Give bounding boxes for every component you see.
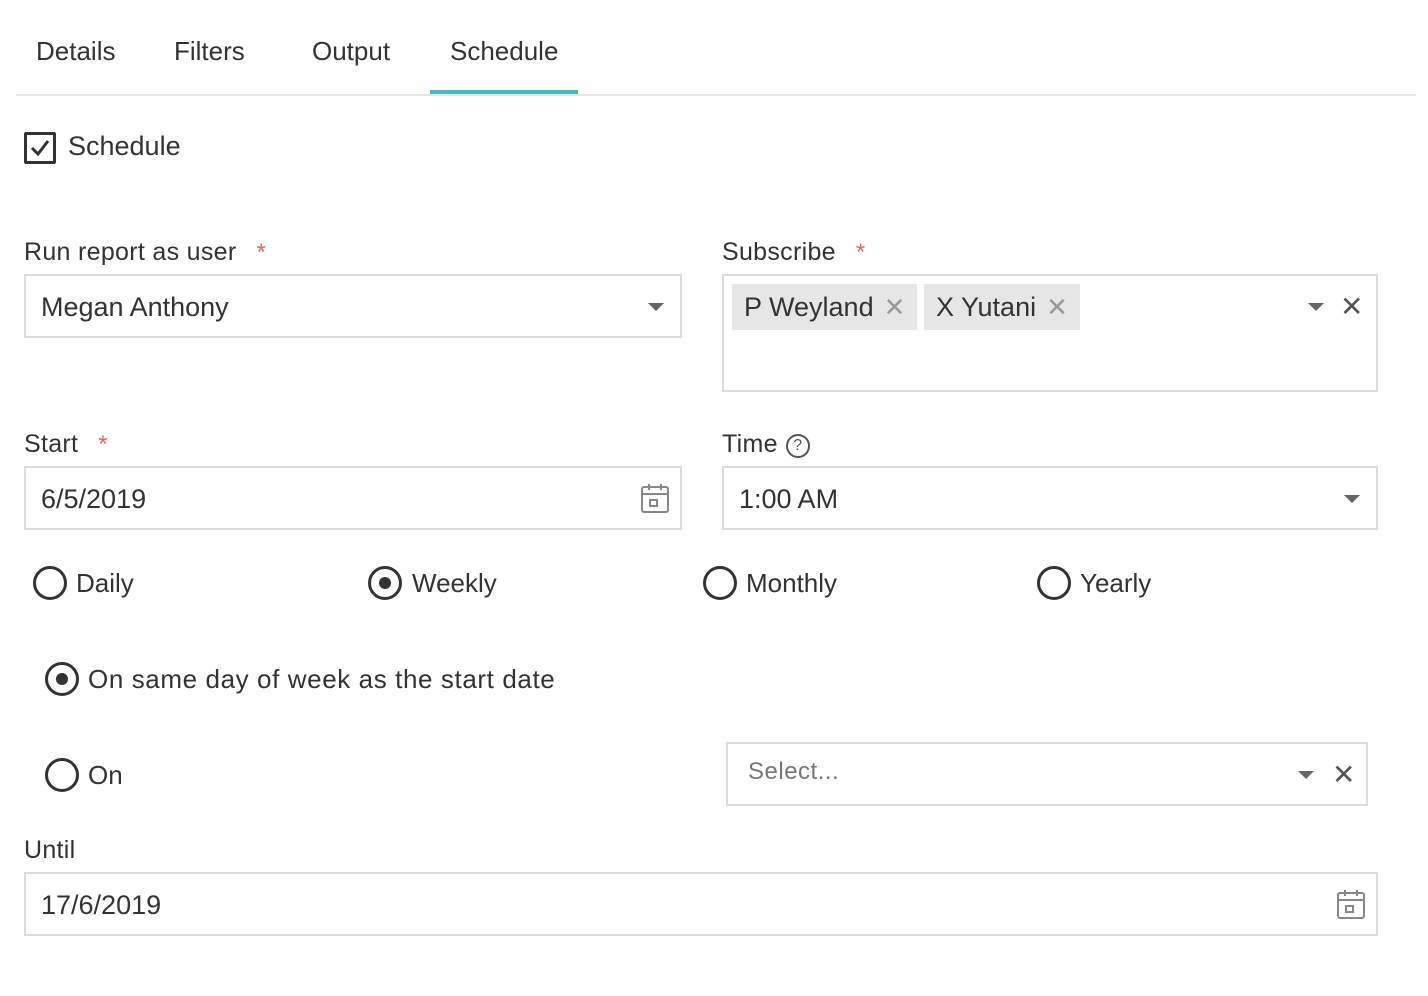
remove-tag-icon[interactable]: ✕ xyxy=(884,292,906,323)
remove-tag-icon[interactable]: ✕ xyxy=(1046,292,1068,323)
tab-filters[interactable]: Filters xyxy=(174,36,245,67)
subscribe-multiselect[interactable]: P Weyland ✕ X Yutani ✕ ✕ xyxy=(722,274,1378,392)
radio-weekly-label: Weekly xyxy=(412,568,497,598)
run-as-value: Megan Anthony xyxy=(41,292,229,322)
required-mark: * xyxy=(855,239,866,266)
required-mark: * xyxy=(256,239,267,266)
subscriber-tag: P Weyland ✕ xyxy=(732,284,918,330)
calendar-icon[interactable] xyxy=(1336,888,1366,920)
help-icon[interactable]: ? xyxy=(785,434,810,458)
chevron-down-icon xyxy=(1344,495,1360,503)
radio-weekly[interactable] xyxy=(368,566,402,600)
radio-on-day-label: On xyxy=(88,760,123,790)
active-tab-indicator xyxy=(430,90,578,94)
chevron-down-icon xyxy=(648,303,664,311)
time-value: 1:00 AM xyxy=(739,484,839,514)
chevron-down-icon xyxy=(1298,771,1314,779)
start-date-value: 6/5/2019 xyxy=(41,484,147,514)
radio-yearly-label: Yearly xyxy=(1080,568,1152,598)
tab-details[interactable]: Details xyxy=(36,36,115,67)
run-as-label-text: Run report as user xyxy=(24,238,237,266)
run-as-select[interactable]: Megan Anthony xyxy=(24,274,682,338)
schedule-checkbox-label: Schedule xyxy=(68,131,181,161)
subscriber-tag: X Yutani ✕ xyxy=(924,284,1080,330)
chevron-down-icon[interactable] xyxy=(1308,303,1324,311)
radio-on-day[interactable] xyxy=(45,758,79,792)
calendar-icon[interactable] xyxy=(640,482,670,514)
radio-daily[interactable] xyxy=(33,566,67,600)
clear-icon[interactable]: ✕ xyxy=(1332,761,1355,789)
tab-bar: Details Filters Output Schedule xyxy=(16,0,1416,96)
tab-output[interactable]: Output xyxy=(312,36,390,67)
radio-same-day[interactable] xyxy=(45,662,79,696)
start-label: Start * xyxy=(24,430,108,459)
time-label-text: Time xyxy=(722,430,778,458)
radio-same-day-label: On same day of week as the start date xyxy=(88,664,556,694)
until-date-value: 17/6/2019 xyxy=(41,890,162,920)
until-date-input[interactable]: 17/6/2019 xyxy=(24,872,1378,936)
subscriber-tag-label: P Weyland xyxy=(744,291,874,322)
subscribe-label: Subscribe * xyxy=(722,238,866,267)
subscribe-label-text: Subscribe xyxy=(722,238,836,266)
subscriber-tag-label: X Yutani xyxy=(936,291,1037,322)
radio-monthly[interactable] xyxy=(703,566,737,600)
tab-schedule[interactable]: Schedule xyxy=(450,36,558,67)
weekday-select[interactable]: Select... ✕ xyxy=(726,742,1368,806)
start-label-text: Start xyxy=(24,430,79,458)
checkmark-icon xyxy=(30,140,50,157)
radio-yearly[interactable] xyxy=(1037,566,1071,600)
time-select[interactable]: 1:00 AM xyxy=(722,466,1378,530)
report-schedule-page: Details Filters Output Schedule Schedule… xyxy=(0,0,1428,996)
clear-icon[interactable]: ✕ xyxy=(1340,293,1363,321)
required-mark: * xyxy=(98,431,108,458)
radio-monthly-label: Monthly xyxy=(746,568,838,598)
until-label: Until xyxy=(24,836,76,864)
run-as-label: Run report as user * xyxy=(24,238,266,267)
time-label: Time? xyxy=(722,430,810,459)
start-date-input[interactable]: 6/5/2019 xyxy=(24,466,682,530)
schedule-checkbox[interactable] xyxy=(24,132,56,164)
radio-daily-label: Daily xyxy=(76,568,134,598)
weekday-select-placeholder: Select... xyxy=(748,758,840,785)
